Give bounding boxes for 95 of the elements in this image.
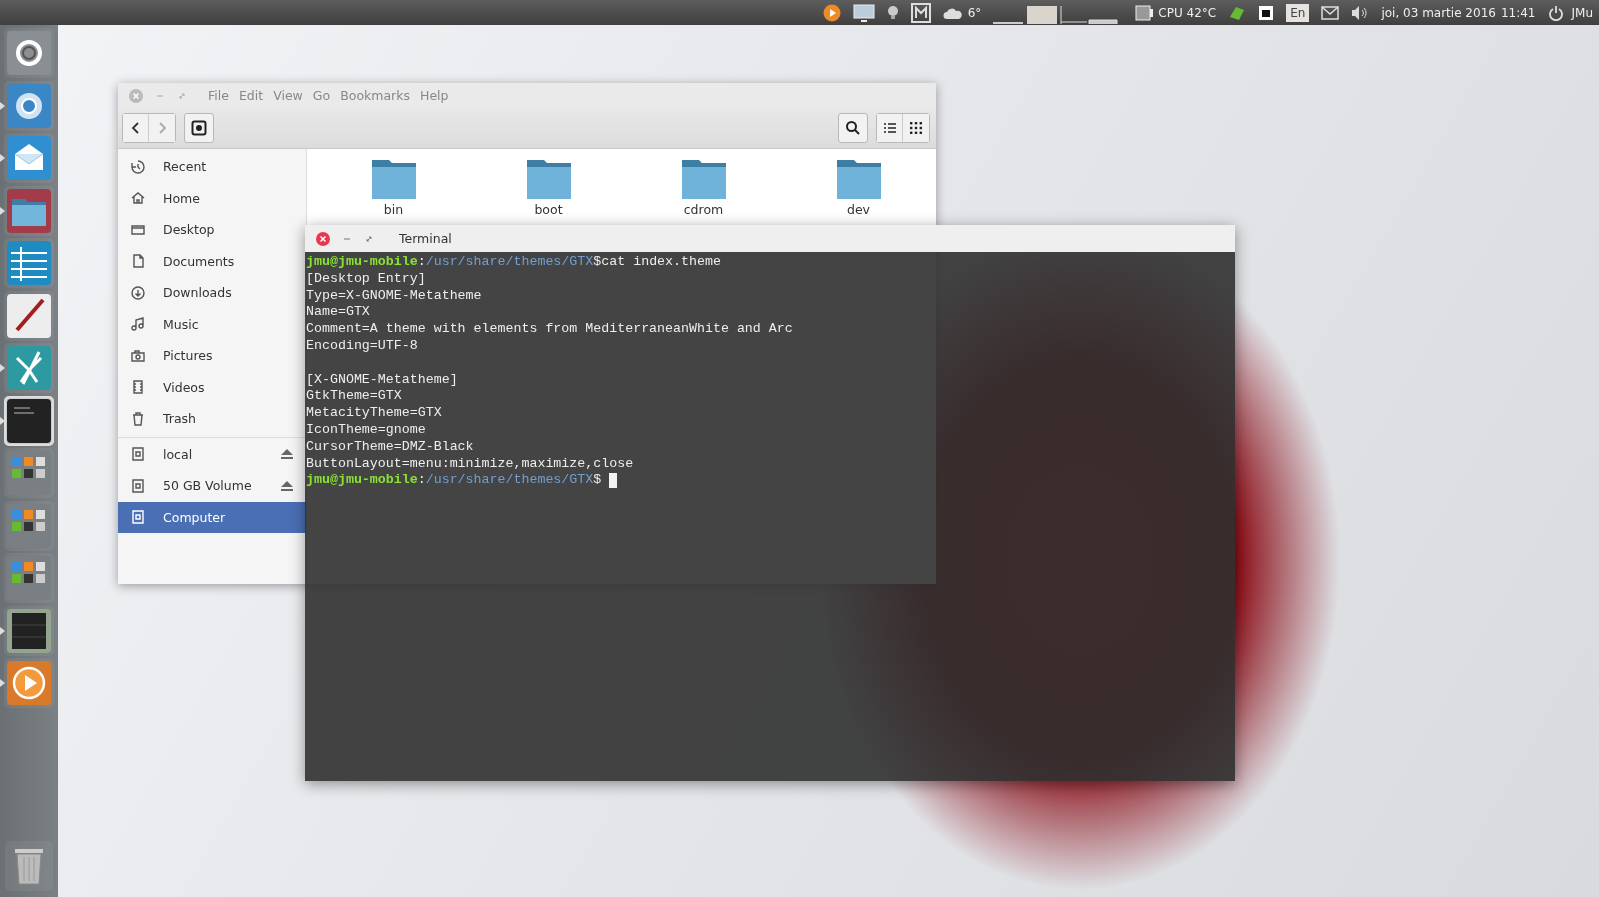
- launcher-button[interactable]: [4, 448, 54, 499]
- play-icon: [7, 661, 51, 706]
- terminal-output-line: Comment=A theme with elements from MediterraneanWhite and Arc: [306, 321, 793, 338]
- search-icon: [845, 120, 861, 136]
- envelope-icon[interactable]: [1321, 5, 1340, 20]
- ring-icon: [7, 83, 51, 128]
- terminal-output-line: [Desktop Entry]: [306, 270, 426, 288]
- circle-logo-icon: [7, 31, 51, 76]
- list-view-button[interactable]: [877, 114, 903, 142]
- film-icon: [130, 379, 146, 396]
- sidebar-item[interactable]: Home: [118, 182, 306, 214]
- sidebar-item[interactable]: Music: [118, 308, 306, 340]
- folder-name: boot: [534, 202, 563, 217]
- download-icon: [130, 284, 146, 301]
- trash-icon: [130, 410, 146, 427]
- sidebar-item[interactable]: Videos: [118, 371, 306, 403]
- sidebar-item[interactable]: Pictures: [118, 340, 306, 372]
- folder-icon[interactable]: [835, 159, 882, 199]
- terminal-output-line: [X-GNOME-Metatheme]: [306, 371, 458, 389]
- eject-icon[interactable]: [280, 448, 294, 461]
- cpu-temperature: CPU 42°C: [1158, 5, 1217, 20]
- trash-button[interactable]: [5, 841, 53, 891]
- terminal-output-line: MetacityTheme=GTX: [306, 405, 442, 422]
- folder-icon[interactable]: [370, 159, 417, 199]
- terminal-output-line: GtkTheme=GTX: [306, 388, 402, 406]
- search-button[interactable]: [838, 113, 868, 143]
- music-note-icon: [130, 316, 146, 333]
- chevron-right-icon: [156, 121, 168, 135]
- chevron-left-icon: [129, 121, 142, 135]
- power-icon[interactable]: [1547, 4, 1564, 21]
- drive-icon: [130, 509, 146, 526]
- terminal-output-line: Name=GTX: [306, 304, 370, 322]
- terminal-prompt: jmu@jmu-mobile:/usr/share/themes/GTX$cat index.theme: [306, 254, 721, 271]
- location-button[interactable]: [184, 113, 214, 143]
- folder-name: cdrom: [683, 202, 724, 217]
- launcher-button[interactable]: [4, 605, 54, 656]
- back-button[interactable]: [123, 114, 149, 142]
- m-logo-icon[interactable]: [910, 2, 931, 23]
- terminal-icon: [7, 398, 51, 443]
- clock-icon: [130, 158, 146, 175]
- terminal-prompt: jmu@jmu-mobile:/usr/share/themes/GTX$: [306, 472, 602, 490]
- drive-icon: [130, 446, 146, 463]
- launcher-button[interactable]: [4, 28, 54, 79]
- grid-icon: [910, 122, 922, 134]
- trash-can-icon: [14, 847, 44, 885]
- folder-icon: [7, 188, 51, 233]
- brush-icon: [7, 293, 51, 338]
- date-text[interactable]: joi, 03 martie 2016: [1381, 5, 1496, 20]
- sidebar-item[interactable]: Computer: [118, 501, 306, 533]
- eject-icon[interactable]: [280, 479, 294, 492]
- home-icon: [130, 190, 146, 207]
- drive-icon: [130, 477, 146, 494]
- launcher-button[interactable]: [4, 553, 54, 604]
- keyboard-layout-indicator[interactable]: En: [1286, 3, 1310, 22]
- monitor-icon[interactable]: [852, 3, 875, 22]
- close-icon: [129, 88, 143, 103]
- terminal-output-line: ButtonLayout=menu:minimize,maximize,close: [306, 455, 634, 473]
- list-icon: [883, 122, 896, 134]
- user-name[interactable]: JMu: [1571, 5, 1593, 20]
- terminal-output-line: CursorTheme=DMZ-Black: [306, 438, 474, 456]
- terminal-stack-icon: [7, 608, 51, 653]
- restore-icon: [177, 90, 187, 101]
- folder-icon[interactable]: [525, 159, 572, 199]
- table-icon: [7, 241, 51, 286]
- folder-name: dev: [847, 202, 870, 217]
- play-icon[interactable]: [822, 3, 841, 22]
- sidebar-item[interactable]: Downloads: [118, 277, 306, 309]
- envelope-icon: [7, 136, 51, 181]
- chip-icon[interactable]: [1135, 4, 1154, 21]
- launcher-button[interactable]: [4, 395, 54, 446]
- folder-icon[interactable]: [680, 159, 727, 199]
- figure-icon: [7, 346, 51, 391]
- sidebar-item[interactable]: local: [118, 438, 306, 470]
- temperature-text: 6°: [967, 5, 982, 20]
- sidebar-item[interactable]: Trash: [118, 403, 306, 435]
- terminal-output-line: Encoding=UTF-8: [306, 338, 418, 355]
- launcher-button[interactable]: [4, 290, 54, 341]
- terminal-output-line: IconTheme=gnome: [306, 421, 426, 439]
- camera-icon: [130, 347, 146, 364]
- close-icon: [316, 231, 330, 246]
- close-button[interactable]: [313, 231, 333, 246]
- bulb-icon[interactable]: [886, 4, 899, 21]
- sidebar-item[interactable]: Desktop: [118, 214, 306, 246]
- sidebar-item[interactable]: Recent: [118, 151, 306, 183]
- drive-icon: [191, 120, 207, 136]
- speaker-icon[interactable]: [1351, 4, 1370, 21]
- document-icon: [130, 253, 146, 270]
- folder-name: bin: [383, 202, 404, 217]
- window-title: Terminal: [399, 231, 452, 246]
- sidebar-item[interactable]: 50 GB Volume: [118, 470, 306, 502]
- launcher-button[interactable]: [4, 500, 54, 551]
- sidebar-item[interactable]: Documents: [118, 245, 306, 277]
- restore-icon: [364, 233, 374, 244]
- terminal-output-line: Type=X-GNOME-Metatheme: [306, 287, 482, 305]
- time-text[interactable]: 11:41: [1500, 5, 1536, 20]
